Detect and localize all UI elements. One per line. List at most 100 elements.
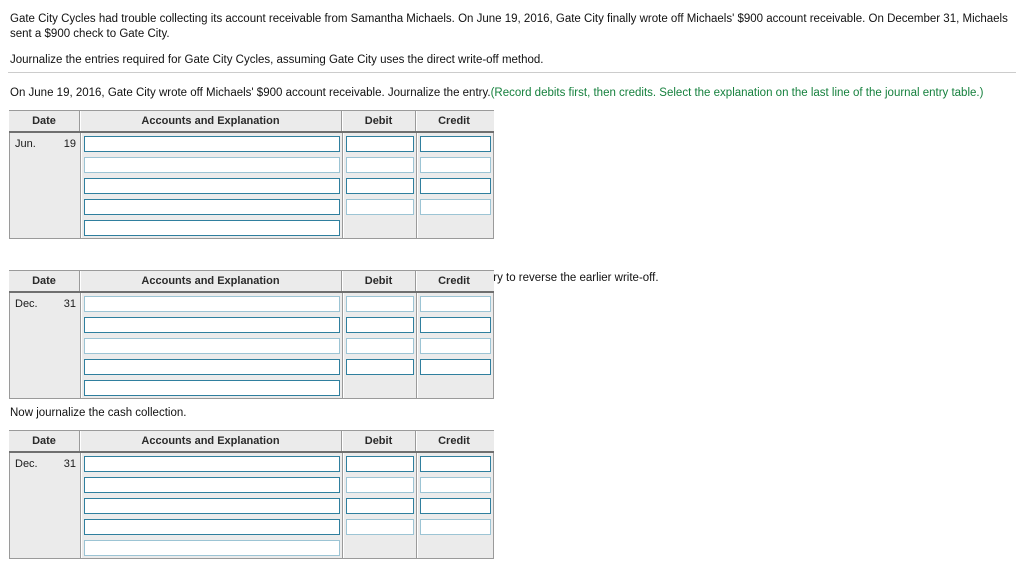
journal-entry-row: Dec. 31 [10,453,493,474]
account-input[interactable] [83,455,340,472]
entry-date: Dec. 31 [10,298,80,310]
account-cell [80,495,342,516]
credit-input[interactable] [419,177,491,194]
journal-entry-row: Jun.19 [10,217,493,238]
journal-header-row: Date Accounts and Explanation Debit Credit [9,270,494,293]
debit-cell [342,516,416,537]
account-input[interactable] [83,358,340,375]
journal-table-3: Date Accounts and Explanation Debit Credit D… [9,430,494,559]
journal-entry-row: Dec.31 [10,377,493,398]
account-input[interactable] [83,379,340,396]
account-cell [80,453,342,474]
account-cell [80,335,342,356]
column-header-debit: Debit [341,111,415,131]
credit-input[interactable] [419,455,491,472]
debit-cell [342,314,416,335]
account-cell [80,356,342,377]
credit-cell [416,335,493,356]
credit-input[interactable] [419,156,491,173]
prompt-hint: (Record debits first, then credits. Sele… [490,87,984,99]
debit-input[interactable] [345,497,414,514]
journal-entry-row: Jun.19 [10,175,493,196]
column-header-date: Date [32,275,56,287]
account-input[interactable] [83,316,340,333]
debit-cell [342,474,416,495]
debit-input[interactable] [345,198,414,215]
account-input[interactable] [83,295,340,312]
credit-input[interactable] [419,476,491,493]
credit-cell [416,537,493,558]
account-input[interactable] [83,476,340,493]
entry-date-day: 31 [63,297,76,310]
credit-cell [416,474,493,495]
column-header-credit: Credit [415,431,492,451]
account-cell [80,133,342,154]
journal-body: Dec.31Dec.31Dec.31Dec.31Dec.31 [9,293,494,399]
account-cell [80,154,342,175]
credit-cell [416,133,493,154]
credit-cell [416,196,493,217]
debit-input[interactable] [345,156,414,173]
column-header-date: Date [32,115,56,127]
column-header-debit: Debit [341,271,415,291]
entry-date: Dec. 31 [10,458,80,470]
debit-cell [342,154,416,175]
debit-input[interactable] [345,337,414,354]
debit-cell [342,335,416,356]
account-input[interactable] [83,337,340,354]
debit-input[interactable] [345,518,414,535]
credit-cell [416,356,493,377]
account-input[interactable] [83,156,340,173]
account-input[interactable] [83,219,340,236]
credit-input[interactable] [419,497,491,514]
journal-entry-row: Dec.31 [10,495,493,516]
debit-input[interactable] [345,135,414,152]
debit-cell [342,495,416,516]
column-header-accounts: Accounts and Explanation [79,271,341,291]
account-input[interactable] [83,135,340,152]
credit-input[interactable] [419,295,491,312]
account-cell [80,537,342,558]
journal-entry-row: Jun.19 [10,133,493,154]
journal-entry-row: Dec.31 [10,335,493,356]
credit-input[interactable] [419,358,491,375]
journal-header-row: Date Accounts and Explanation Debit Credit [9,430,494,453]
account-input[interactable] [83,518,340,535]
journal-body: Dec.31Dec.31Dec.31Dec.31Dec.31 [9,453,494,559]
credit-cell [416,154,493,175]
debit-cell [342,453,416,474]
debit-input[interactable] [345,358,414,375]
debit-input[interactable] [345,476,414,493]
debit-input[interactable] [345,177,414,194]
entry-date-month: Dec. [15,457,38,470]
debit-input[interactable] [345,316,414,333]
account-input[interactable] [83,539,340,556]
account-cell [80,474,342,495]
journal-table-2: Date Accounts and Explanation Debit Credit D… [9,270,494,399]
debit-cell [342,133,416,154]
column-header-accounts: Accounts and Explanation [79,431,341,451]
credit-input[interactable] [419,198,491,215]
account-cell [80,175,342,196]
credit-input[interactable] [419,135,491,152]
debit-input[interactable] [345,455,414,472]
account-cell [80,196,342,217]
credit-cell [416,175,493,196]
debit-cell [342,196,416,217]
journal-entry-row: Dec.31 [10,293,493,314]
account-input[interactable] [83,198,340,215]
journal-entry-row: Dec.31 [10,314,493,335]
account-input[interactable] [83,497,340,514]
entry-date-day: 19 [63,137,76,150]
credit-cell [416,293,493,314]
debit-input[interactable] [345,295,414,312]
credit-input[interactable] [419,316,491,333]
credit-cell [416,453,493,474]
entry-date-day: 31 [63,457,76,470]
column-header-credit: Credit [415,111,492,131]
column-header-credit: Credit [415,271,492,291]
credit-input[interactable] [419,337,491,354]
account-input[interactable] [83,177,340,194]
account-cell [80,516,342,537]
credit-input[interactable] [419,518,491,535]
